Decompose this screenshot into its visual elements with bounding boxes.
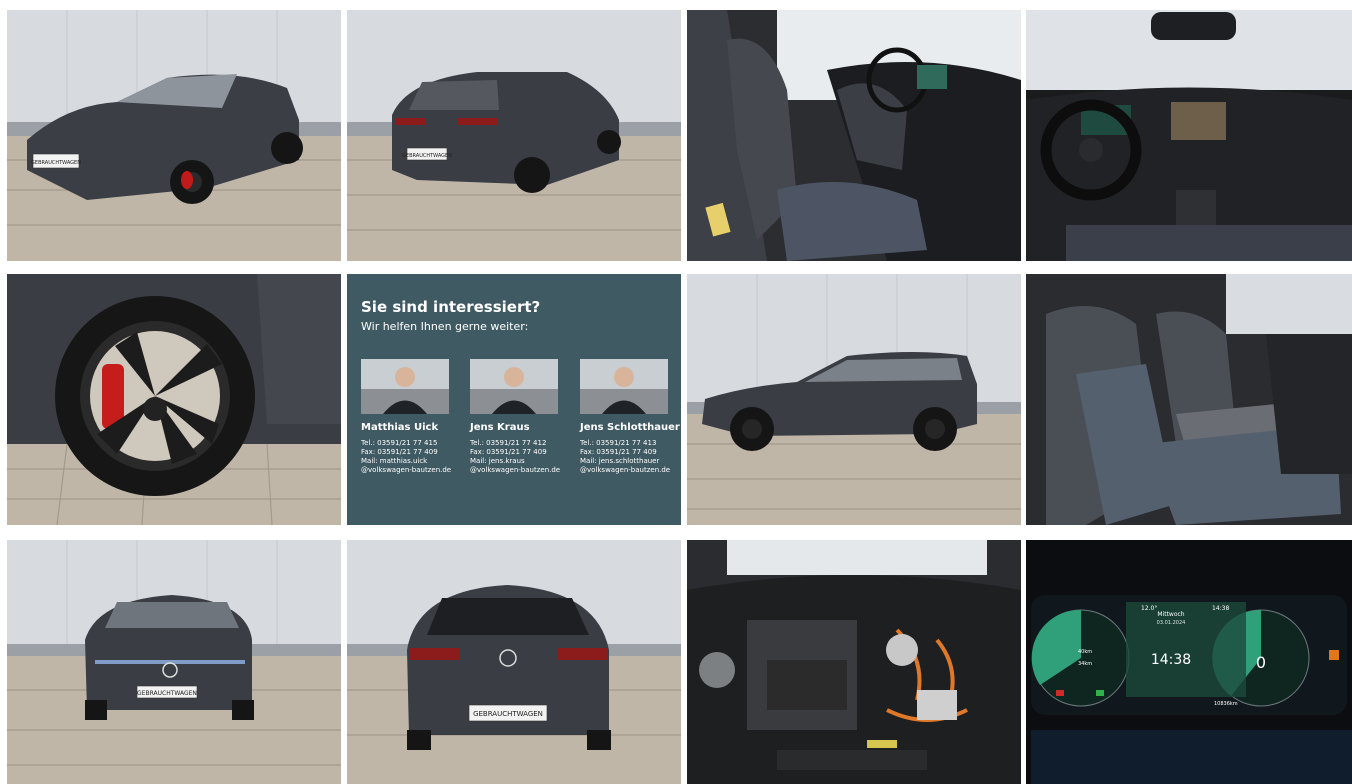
front-view-photo[interactable]: GEBRAUCHTWAGEN: [7, 540, 341, 784]
plate-text: GEBRAUCHTWAGEN: [137, 690, 197, 697]
cockpit-speed: 0: [1256, 653, 1266, 672]
plate-text: GEBRAUCHTWAGEN: [473, 710, 543, 718]
wheel-photo[interactable]: [7, 274, 341, 525]
rear-seats-photo[interactable]: [1026, 274, 1352, 525]
contact-panel: Sie sind interessiert? Wir helfen Ihnen …: [347, 274, 681, 525]
cockpit-range-electric: 40km: [1078, 649, 1092, 655]
person-mail[interactable]: Mail: jens.schlotthauer: [580, 457, 680, 466]
person-tel: Tel.: 03591/21 77 415: [361, 439, 438, 447]
dashboard-photo[interactable]: [1026, 10, 1352, 261]
rear-view-photo[interactable]: GEBRAUCHTWAGEN: [347, 540, 681, 784]
contact-title: Sie sind interessiert?: [361, 298, 541, 316]
plate-text: GEBRAUCHTWAGEN: [31, 160, 81, 166]
front-three-quarter-photo[interactable]: GEBRAUCHTWAGEN: [7, 10, 341, 261]
engine-bay-photo[interactable]: [687, 540, 1021, 784]
person-tel: Tel.: 03591/21 77 412: [470, 439, 547, 447]
person-domain[interactable]: @volkswagen-bautzen.de: [580, 466, 680, 475]
cockpit-clock: 14:38: [1151, 652, 1191, 668]
cockpit-temperature: 12.0°: [1141, 605, 1157, 612]
side-profile-photo[interactable]: [687, 274, 1021, 525]
cockpit-date: 03.01.2024: [1157, 620, 1186, 626]
person-name: Matthias Uick: [361, 422, 439, 433]
person-tel: Tel.: 03591/21 77 413: [580, 439, 657, 447]
person-domain[interactable]: @volkswagen-bautzen.de: [361, 466, 461, 475]
person-domain[interactable]: @volkswagen-bautzen.de: [470, 466, 570, 475]
plate-text: GEBRAUCHTWAGEN: [402, 153, 452, 159]
person-name: Jens Schlotthauer: [580, 422, 680, 433]
person-name: Jens Kraus: [470, 422, 530, 433]
cockpit-odometer: 10836km: [1214, 701, 1238, 707]
person-photo: [580, 359, 668, 414]
contact-person: Matthias Uick Tel.: 03591/21 77 415 Fax:…: [361, 359, 461, 475]
digital-cockpit-photo[interactable]: Mittwoch 03.01.2024 14:38 12.0° 14:38 0 …: [1026, 540, 1352, 784]
cockpit-time: 14:38: [1212, 605, 1229, 612]
person-fax: Fax: 03591/21 77 409: [580, 448, 657, 456]
person-fax: Fax: 03591/21 77 409: [470, 448, 547, 456]
person-fax: Fax: 03591/21 77 409: [361, 448, 438, 456]
cockpit-range-fuel: 34km: [1078, 661, 1092, 667]
person-mail[interactable]: Mail: jens.kraus: [470, 457, 570, 466]
person-mail[interactable]: Mail: matthias.uick: [361, 457, 461, 466]
person-photo: [361, 359, 449, 414]
contact-person: Jens Schlotthauer Tel.: 03591/21 77 413 …: [580, 359, 680, 475]
cockpit-day: Mittwoch: [1157, 611, 1184, 618]
rear-three-quarter-photo[interactable]: GEBRAUCHTWAGEN: [347, 10, 681, 261]
contact-subtitle: Wir helfen Ihnen gerne weiter:: [361, 320, 529, 333]
person-photo: [470, 359, 558, 414]
contact-person: Jens Kraus Tel.: 03591/21 77 412 Fax: 03…: [470, 359, 570, 475]
front-seats-photo[interactable]: [687, 10, 1021, 261]
